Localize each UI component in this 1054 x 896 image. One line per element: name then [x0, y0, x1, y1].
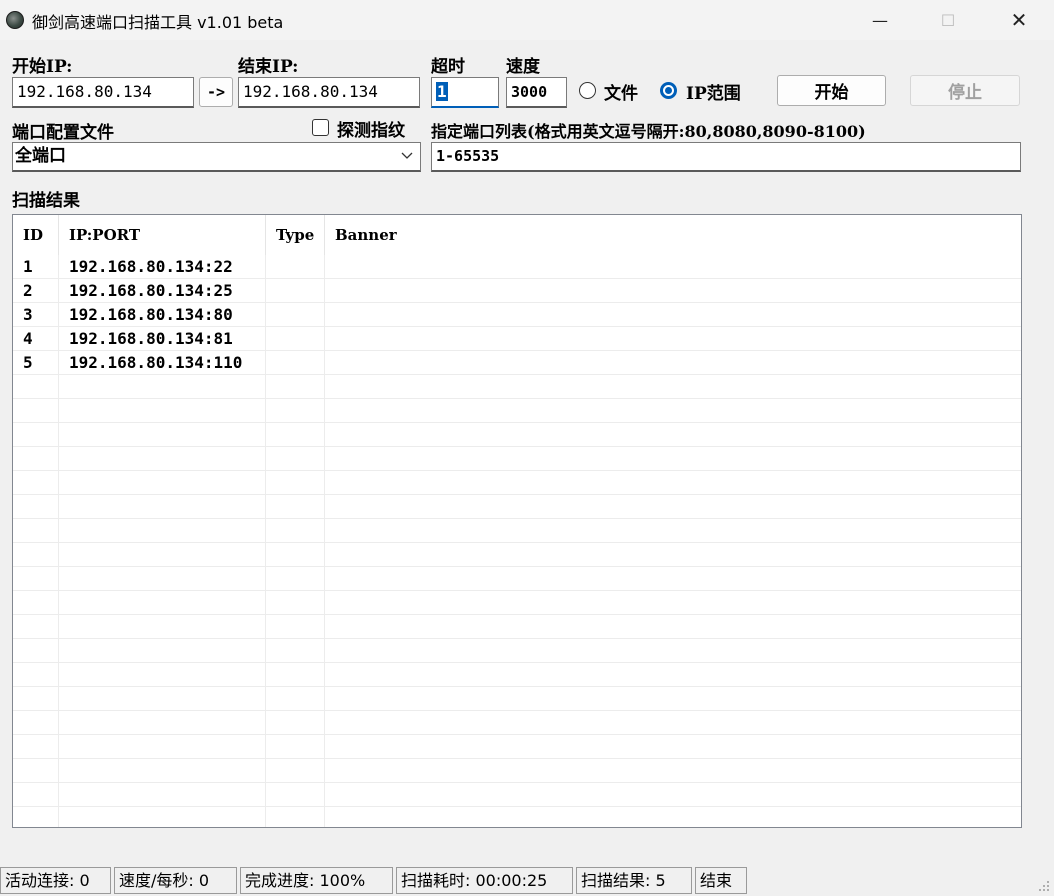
maximize-button[interactable]: ☐	[920, 0, 976, 40]
radio-ip-range-label[interactable]: IP范围	[686, 79, 741, 104]
port-config-select[interactable]: 全端口	[12, 142, 421, 172]
status-result-count: 扫描结果: 5	[576, 867, 692, 894]
cell-ip-port: 192.168.80.134:81	[69, 329, 233, 348]
end-ip-input[interactable]: 192.168.80.134	[238, 77, 420, 108]
table-row[interactable]: 1 192.168.80.134:22	[13, 255, 1021, 279]
cell-ip-port: 192.168.80.134:110	[69, 353, 243, 372]
resize-grip-icon[interactable]	[1036, 877, 1050, 891]
speed-input[interactable]: 3000	[506, 77, 567, 108]
table-row	[13, 663, 1021, 687]
table-row	[13, 423, 1021, 447]
table-row	[13, 567, 1021, 591]
speed-label: 速度	[506, 57, 540, 77]
minimize-button[interactable]: —	[852, 0, 908, 40]
cell-id: 2	[23, 281, 33, 300]
detect-fingerprint-checkbox[interactable]	[312, 119, 329, 136]
timeout-input[interactable]: 1	[431, 77, 499, 108]
column-header-ip-port[interactable]: IP:PORT	[59, 215, 266, 255]
table-row	[13, 783, 1021, 807]
column-header-id[interactable]: ID	[13, 215, 59, 255]
radio-file[interactable]	[579, 82, 596, 99]
cell-id: 5	[23, 353, 33, 372]
status-state: 结束	[695, 867, 747, 894]
start-ip-label: 开始IP:	[12, 57, 73, 77]
start-button[interactable]: 开始	[777, 75, 886, 106]
table-row	[13, 615, 1021, 639]
table-row	[13, 471, 1021, 495]
port-config-value: 全端口	[15, 146, 66, 166]
cell-type	[266, 255, 325, 278]
table-row	[13, 447, 1021, 471]
port-list-input[interactable]: 1-65535	[431, 142, 1021, 172]
chevron-down-icon	[400, 145, 414, 170]
status-elapsed: 扫描耗时: 00:00:25	[396, 867, 573, 894]
table-row	[13, 543, 1021, 567]
minimize-icon: —	[872, 10, 888, 30]
cell-ip-port: 192.168.80.134:22	[69, 257, 233, 276]
results-label: 扫描结果	[12, 191, 80, 211]
cell-banner	[325, 279, 1019, 302]
cell-banner	[325, 351, 1019, 374]
close-button[interactable]: ✕	[991, 0, 1047, 40]
radio-file-label[interactable]: 文件	[604, 79, 638, 104]
table-row	[13, 639, 1021, 663]
table-row[interactable]: 4 192.168.80.134:81	[13, 327, 1021, 351]
copy-ip-arrow-button[interactable]: ->	[199, 77, 233, 107]
column-header-banner[interactable]: Banner	[325, 215, 1019, 255]
cell-id: 1	[23, 257, 33, 276]
status-active-connections: 活动连接: 0	[0, 867, 111, 894]
column-header-type[interactable]: Type	[266, 215, 325, 255]
table-row	[13, 519, 1021, 543]
window-title: 御剑高速端口扫描工具 v1.01 beta	[32, 13, 284, 32]
cell-type	[266, 327, 325, 350]
end-ip-label: 结束IP:	[238, 57, 299, 77]
table-row	[13, 759, 1021, 783]
cell-ip-port: 192.168.80.134:25	[69, 281, 233, 300]
table-row	[13, 399, 1021, 423]
start-ip-input[interactable]: 192.168.80.134	[12, 77, 194, 108]
table-row	[13, 591, 1021, 615]
port-list-label: 指定端口列表(格式用英文逗号隔开:80,8080,8090-8100)	[431, 122, 866, 141]
cell-type	[266, 303, 325, 326]
table-row[interactable]: 3 192.168.80.134:80	[13, 303, 1021, 327]
maximize-icon: ☐	[940, 10, 956, 30]
status-progress: 完成进度: 100%	[240, 867, 393, 894]
cell-id: 3	[23, 305, 33, 324]
cell-type	[266, 351, 325, 374]
results-table[interactable]: ID IP:PORT Type Banner 1 192.168.80.134:2…	[12, 214, 1022, 828]
port-config-label: 端口配置文件	[12, 123, 114, 143]
app-icon	[6, 11, 24, 29]
cell-banner	[325, 303, 1019, 326]
table-row[interactable]: 2 192.168.80.134:25	[13, 279, 1021, 303]
cell-ip-port: 192.168.80.134:80	[69, 305, 233, 324]
detect-fingerprint-label[interactable]: 探测指纹	[337, 116, 405, 141]
table-row	[13, 711, 1021, 735]
timeout-value: 1	[436, 82, 448, 101]
table-row[interactable]: 5 192.168.80.134:110	[13, 351, 1021, 375]
cell-banner	[325, 327, 1019, 350]
table-row	[13, 495, 1021, 519]
close-icon: ✕	[1010, 8, 1028, 32]
table-row	[13, 807, 1021, 827]
table-row	[13, 735, 1021, 759]
table-row	[13, 687, 1021, 711]
table-row	[13, 375, 1021, 399]
timeout-label: 超时	[431, 57, 465, 77]
cell-id: 4	[23, 329, 33, 348]
status-speed: 速度/每秒: 0	[114, 867, 237, 894]
cell-type	[266, 279, 325, 302]
stop-button[interactable]: 停止	[910, 75, 1020, 106]
cell-banner	[325, 255, 1019, 278]
radio-ip-range[interactable]	[660, 82, 677, 99]
